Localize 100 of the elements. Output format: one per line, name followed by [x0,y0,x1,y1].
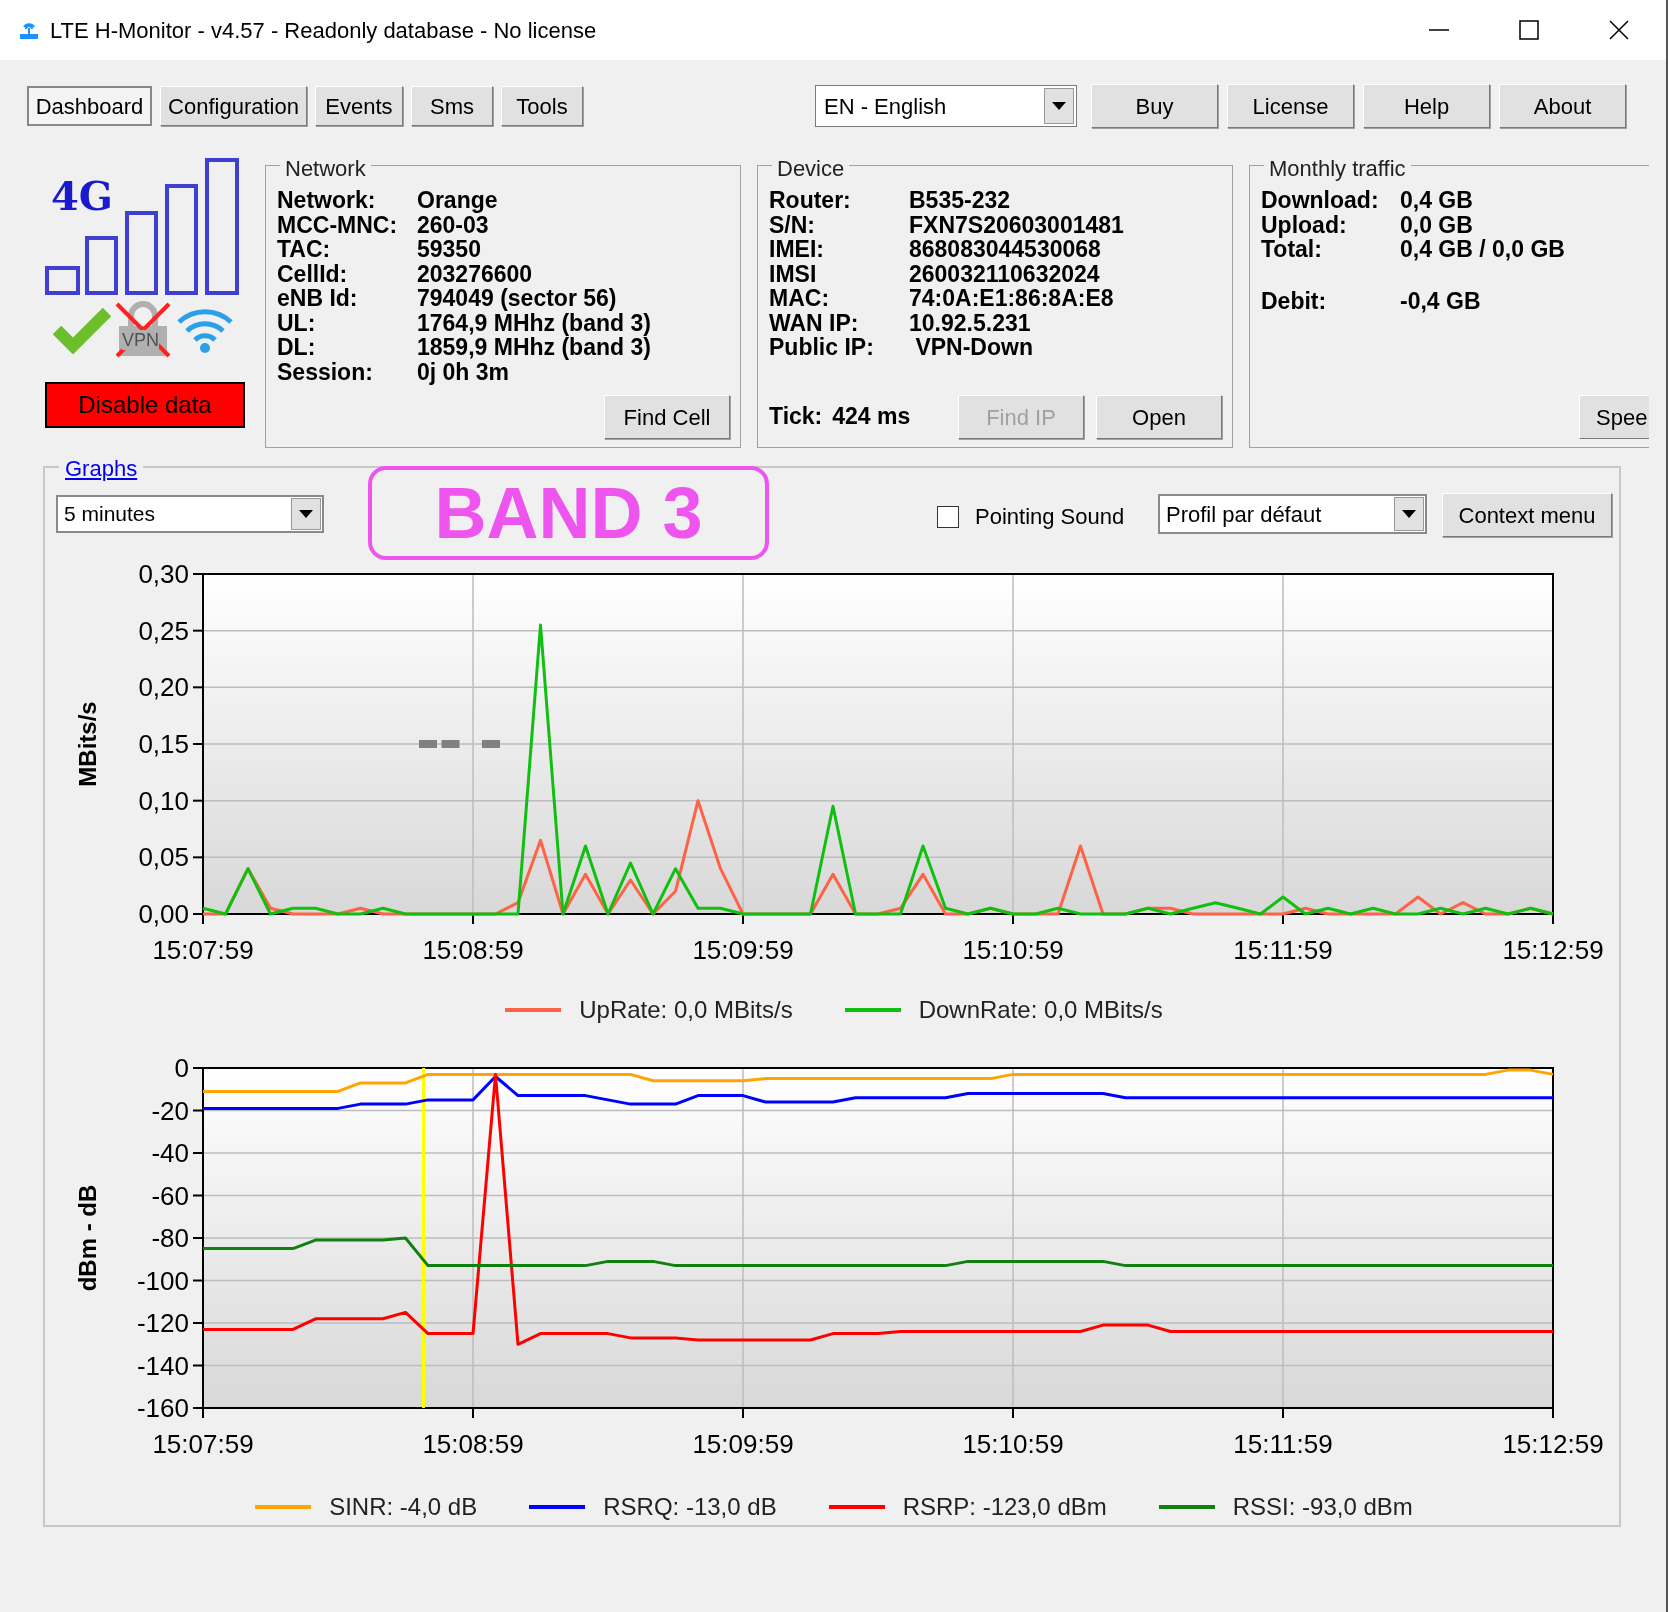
field-value: 868083044530068 [909,237,1101,262]
field-label: Tick: [769,401,823,431]
field-label: Network: [277,188,377,213]
field-label: TAC: [277,237,332,262]
header-button[interactable]: License [1227,84,1354,128]
header-button[interactable]: Help [1363,84,1490,128]
x-tick-label: 15:11:59 [1233,1429,1333,1459]
context-menu-button[interactable]: Context menu [1442,493,1612,537]
caret-icon [1402,510,1416,518]
field-value: 59350 [417,237,481,262]
field-value: VPN-Down [914,335,1033,360]
x-tick-label: 15:07:59 [152,935,254,965]
nav-tab[interactable]: Dashboard [27,86,152,126]
y-tick-label: 0,10 [138,785,189,816]
field-label: S/N: [769,212,816,237]
field-value: Orange [417,188,498,213]
header-button[interactable]: Buy [1091,84,1218,128]
field-label: CellId: [277,261,349,286]
x-tick-label: 15:12:59 [1502,935,1604,965]
x-tick-label: 15:09:59 [692,935,794,965]
find-cell-button[interactable]: Find Cell [604,395,730,439]
legend-label: RSRQ: -13,0 dB [603,1492,777,1522]
field-value: 260-03 [417,212,489,237]
field-value: 0,0 GB [1400,212,1473,237]
y-tick-label: 0 [174,1053,189,1083]
disable-data-button[interactable]: Disable data [45,382,245,428]
field-label: UL: [277,310,317,335]
legend-label: SINR: -4,0 dB [329,1492,478,1522]
y-axis-title: dBm - dB [74,1184,101,1292]
band-annotation-label: BAND 3 [368,466,769,560]
x-tick-label: 15:10:59 [962,935,1064,965]
legend-swatch [844,1008,901,1012]
y-tick-label: -120 [136,1308,189,1338]
field-label: MAC: [769,286,831,311]
field-value: 794049 (sector 56) [417,286,617,311]
x-tick-label: 15:08:59 [422,1429,524,1459]
y-tick-label: -60 [151,1180,189,1211]
field-label: Public IP: [769,335,875,360]
legend-label: RSRP: -123,0 dBm [902,1492,1107,1522]
checkbox-label: Pointing Sound [975,503,1125,531]
field-value: 260032110632024 [909,261,1100,286]
y-tick-label: 0,00 [138,899,189,929]
legend-label: DownRate: 0,0 MBits/s [918,995,1163,1025]
signal-bars-icon [45,158,239,295]
field-value: 0,4 GB / 0,0 GB [1400,237,1565,262]
field-label: Download: [1261,188,1380,213]
pointing-sound-checkbox[interactable] [937,505,959,528]
x-tick-label: 15:10:59 [962,1429,1064,1459]
field-label: IMSI [769,261,818,286]
legend-swatch [529,1505,586,1509]
field-value: 1764,9 MHhz (band 3) [417,310,651,335]
field-label: Router: [769,188,852,213]
field-value: 1859,9 MHhz (band 3) [417,335,651,360]
field-label: WAN IP: [769,310,860,335]
y-tick-label: -140 [136,1350,189,1381]
y-tick-label: -20 [151,1095,189,1126]
nav-tab[interactable]: Tools [501,86,583,126]
nav-tab[interactable]: Events [315,86,403,126]
field-value: B535-232 [909,188,1011,213]
field-value: 10.92.5.231 [909,310,1031,335]
caret-icon [1052,102,1066,110]
field-label: Total: [1261,237,1322,262]
y-tick-label: 0,30 [138,559,189,589]
x-tick-label: 15:07:59 [152,1429,254,1459]
field-label: Session: [277,359,374,384]
y-tick-label: -40 [151,1138,189,1168]
y-tick-label: -80 [151,1223,189,1253]
speed-button[interactable]: Spee [1579,395,1649,439]
nav-tab[interactable]: Configuration [160,86,307,126]
profile-select[interactable]: Profil par défaut [1158,494,1427,534]
close-icon[interactable] [1608,19,1630,41]
y-tick-label: -100 [136,1265,189,1296]
field-value: FXN7S20603001481 [909,212,1124,237]
x-tick-label: 15:08:59 [422,935,524,965]
field-value: -0,4 GB [1400,288,1481,313]
legend-swatch [828,1505,885,1509]
y-axis-title: MBits/s [74,701,101,787]
field-label: Upload: [1261,212,1348,237]
field-label: IMEI: [769,237,825,262]
y-tick-label: 0,15 [138,729,189,759]
legend-swatch [505,1008,562,1012]
field-value: 0,4 GB [1400,188,1473,213]
x-tick-label: 15:09:59 [692,1429,794,1459]
language-select[interactable]: EN - English [815,85,1077,127]
field-value: 424 ms [832,401,911,431]
device-button[interactable]: Open [1096,395,1222,439]
field-label: DL: [277,335,317,360]
legend-label: UpRate: 0,0 MBits/s [579,995,793,1025]
y-tick-label: 0,05 [138,842,189,873]
x-tick-label: 15:12:59 [1502,1429,1604,1459]
period-select[interactable]: 5 minutes [56,495,324,533]
y-tick-label: 0,25 [138,615,189,646]
header-button[interactable]: About [1499,84,1626,128]
maximize-icon[interactable] [1518,19,1540,41]
y-tick-label: -160 [136,1393,189,1423]
nav-tab[interactable]: Sms [411,86,493,126]
x-tick-label: 15:11:59 [1233,935,1333,965]
legend-swatch [1158,1505,1215,1509]
caret-icon [299,510,313,518]
field-value: 203276600 [417,261,533,286]
